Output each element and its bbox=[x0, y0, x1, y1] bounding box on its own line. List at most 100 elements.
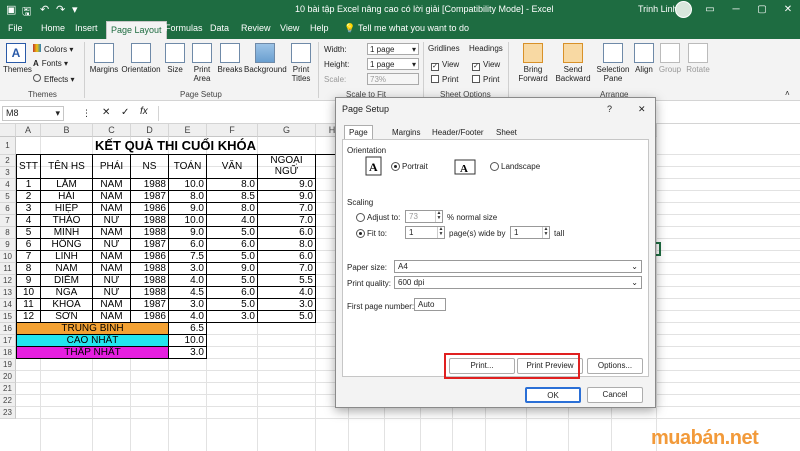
help-icon[interactable]: ? bbox=[607, 104, 612, 114]
sheet-cell[interactable]: NỮ bbox=[93, 287, 131, 299]
headings-view-checkbox[interactable]: ✓ View bbox=[472, 60, 500, 71]
tab-data[interactable]: Data bbox=[210, 23, 229, 33]
size-button[interactable]: Size bbox=[164, 43, 186, 74]
column-header[interactable]: E bbox=[169, 124, 207, 137]
sheet-cell[interactable]: 4.0 bbox=[258, 287, 316, 299]
sheet-cell[interactable]: 3.0 bbox=[207, 311, 258, 323]
sheet-cell[interactable]: 6.0 bbox=[258, 251, 316, 263]
row-header[interactable]: 8 bbox=[0, 227, 16, 239]
select-all-corner[interactable] bbox=[0, 124, 16, 137]
sheet-cell[interactable]: 8 bbox=[16, 263, 41, 275]
tab-header-footer[interactable]: Header/Footer bbox=[428, 126, 488, 139]
row-header[interactable]: 12 bbox=[0, 275, 16, 287]
name-box[interactable]: M8 ▾ bbox=[2, 106, 64, 121]
row-header[interactable]: 23 bbox=[0, 407, 16, 419]
sheet-cell[interactable]: NAM bbox=[93, 263, 131, 275]
sheet-cell[interactable]: 8.0 bbox=[169, 191, 207, 203]
sheet-cell[interactable]: SƠN bbox=[41, 311, 93, 323]
sheet-cell[interactable]: 5.0 bbox=[258, 311, 316, 323]
sheet-cell[interactable]: 4.0 bbox=[169, 275, 207, 287]
column-header[interactable]: F bbox=[207, 124, 258, 137]
sheet-cell[interactable]: NGA bbox=[41, 287, 93, 299]
sheet-cell[interactable]: 10.0 bbox=[169, 335, 207, 347]
tell-me-box[interactable]: Tell me what you want to do bbox=[358, 23, 469, 33]
sheet-cell[interactable]: 8.5 bbox=[207, 191, 258, 203]
sheet-cell[interactable]: 9.0 bbox=[169, 203, 207, 215]
tab-margins[interactable]: Margins bbox=[388, 126, 424, 139]
row-header[interactable]: 4 bbox=[0, 179, 16, 191]
tab-help[interactable]: Help bbox=[310, 23, 329, 33]
row-header[interactable]: 1 bbox=[0, 137, 16, 155]
sheet-cell[interactable]: NAM bbox=[93, 311, 131, 323]
sheet-cell[interactable]: 7.5 bbox=[169, 251, 207, 263]
margins-button[interactable]: Margins bbox=[89, 43, 119, 74]
tab-file[interactable]: File bbox=[8, 23, 23, 33]
width-combo[interactable]: 1 page ▾ bbox=[367, 43, 419, 55]
sheet-cell[interactable]: 3.0 bbox=[258, 299, 316, 311]
sheet-cell[interactable]: 1986 bbox=[131, 203, 169, 215]
sheet-cell[interactable]: NGOẠI NGỮ bbox=[258, 155, 316, 179]
row-header[interactable]: 17 bbox=[0, 335, 16, 347]
tab-view[interactable]: View bbox=[280, 23, 299, 33]
sheet-cell[interactable]: LINH bbox=[41, 251, 93, 263]
effects-button[interactable]: Effects ▾ bbox=[33, 74, 75, 84]
sheet-cell[interactable]: 10.0 bbox=[169, 215, 207, 227]
sheet-cell[interactable]: 1988 bbox=[131, 227, 169, 239]
sheet-cell[interactable]: 11 bbox=[16, 299, 41, 311]
align-button[interactable]: Align bbox=[632, 43, 656, 74]
sheet-cell[interactable]: 1 bbox=[16, 179, 41, 191]
sheet-cell[interactable]: 5.0 bbox=[207, 251, 258, 263]
sheet-cell[interactable]: 7.0 bbox=[258, 215, 316, 227]
sheet-cell[interactable]: 4.5 bbox=[169, 287, 207, 299]
close-icon[interactable]: ✕ bbox=[638, 104, 646, 115]
sheet-cell[interactable]: 5.0 bbox=[207, 227, 258, 239]
sheet-cell[interactable]: 12 bbox=[16, 311, 41, 323]
row-header[interactable]: 5 bbox=[0, 191, 16, 203]
column-header[interactable]: A bbox=[16, 124, 41, 137]
row-header[interactable]: 22 bbox=[0, 395, 16, 407]
column-header[interactable]: C bbox=[93, 124, 131, 137]
sheet-cell[interactable]: TRUNG BÌNH bbox=[16, 323, 169, 335]
rotate-button[interactable]: Rotate bbox=[685, 43, 711, 74]
tab-review[interactable]: Review bbox=[241, 23, 271, 33]
sheet-cell[interactable]: NAM bbox=[41, 263, 93, 275]
sheet-cell[interactable]: 3.0 bbox=[169, 263, 207, 275]
scale-spinner[interactable]: 73% bbox=[367, 73, 419, 85]
sheet-cell[interactable]: HẢI bbox=[41, 191, 93, 203]
sheet-cell[interactable]: NAM bbox=[93, 299, 131, 311]
fx-icon[interactable]: fx bbox=[140, 106, 148, 117]
print-area-button[interactable]: Print Area bbox=[189, 43, 215, 83]
close-icon[interactable]: ✕ bbox=[780, 2, 796, 18]
sheet-cell[interactable]: 4 bbox=[16, 215, 41, 227]
colors-button[interactable]: Colors ▾ bbox=[33, 44, 73, 54]
sheet-cell[interactable]: 9.0 bbox=[207, 263, 258, 275]
sheet-cell[interactable]: LẮM bbox=[41, 179, 93, 191]
sheet-cell[interactable]: 7.0 bbox=[258, 203, 316, 215]
adjust-to-spinner[interactable]: 73 ▲ ▼ bbox=[405, 210, 443, 223]
column-header[interactable]: B bbox=[41, 124, 93, 137]
sheet-cell[interactable]: 3.0 bbox=[169, 347, 207, 359]
sheet-title[interactable]: KẾT QUẢ THI CUỐI KHÓA bbox=[16, 137, 336, 155]
row-header[interactable]: 2 bbox=[0, 155, 16, 167]
first-page-number-input[interactable]: Auto bbox=[414, 298, 446, 311]
sheet-cell[interactable]: 1988 bbox=[131, 287, 169, 299]
headings-print-checkbox[interactable]: Print bbox=[472, 75, 499, 84]
sheet-cell[interactable]: STT bbox=[16, 155, 41, 179]
ok-button[interactable]: OK bbox=[525, 387, 581, 403]
gridlines-print-checkbox[interactable]: Print bbox=[431, 75, 458, 84]
sheet-cell[interactable]: NỮ bbox=[93, 215, 131, 227]
sheet-cell[interactable]: 1987 bbox=[131, 299, 169, 311]
paper-size-select[interactable]: A4 ⌄ bbox=[394, 260, 642, 273]
sheet-cell[interactable]: NAM bbox=[93, 179, 131, 191]
sheet-cell[interactable]: 5.0 bbox=[207, 299, 258, 311]
adjust-to-radio[interactable]: Adjust to: bbox=[356, 213, 400, 222]
sheet-cell[interactable]: 9.0 bbox=[169, 227, 207, 239]
tab-page[interactable]: Page bbox=[344, 125, 373, 140]
sheet-cell[interactable]: 2 bbox=[16, 191, 41, 203]
print-quality-select[interactable]: 600 dpi ⌄ bbox=[394, 276, 642, 289]
sheet-cell[interactable]: 5.5 bbox=[258, 275, 316, 287]
sheet-cell[interactable]: KHOA bbox=[41, 299, 93, 311]
sheet-cell[interactable]: 6.0 bbox=[169, 239, 207, 251]
sheet-cell[interactable]: 6 bbox=[16, 239, 41, 251]
sheet-cell[interactable]: 6.0 bbox=[207, 239, 258, 251]
